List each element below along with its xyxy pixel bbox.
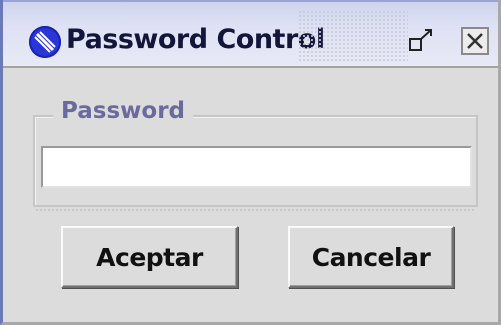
- close-button[interactable]: [461, 27, 489, 55]
- close-icon: [467, 33, 483, 49]
- password-dialog: Password Control Password Aceptar Cancel…: [0, 0, 501, 325]
- accept-button[interactable]: Aceptar: [61, 226, 238, 288]
- password-field[interactable]: [41, 146, 472, 188]
- cancel-button[interactable]: Cancelar: [288, 226, 454, 288]
- title-bar[interactable]: Password Control: [3, 0, 498, 68]
- no-entry-icon: [29, 26, 61, 58]
- window-title: Password Control: [66, 24, 325, 55]
- separator: [35, 208, 475, 212]
- password-group-legend: Password: [53, 98, 193, 124]
- restore-icon[interactable]: [407, 27, 435, 55]
